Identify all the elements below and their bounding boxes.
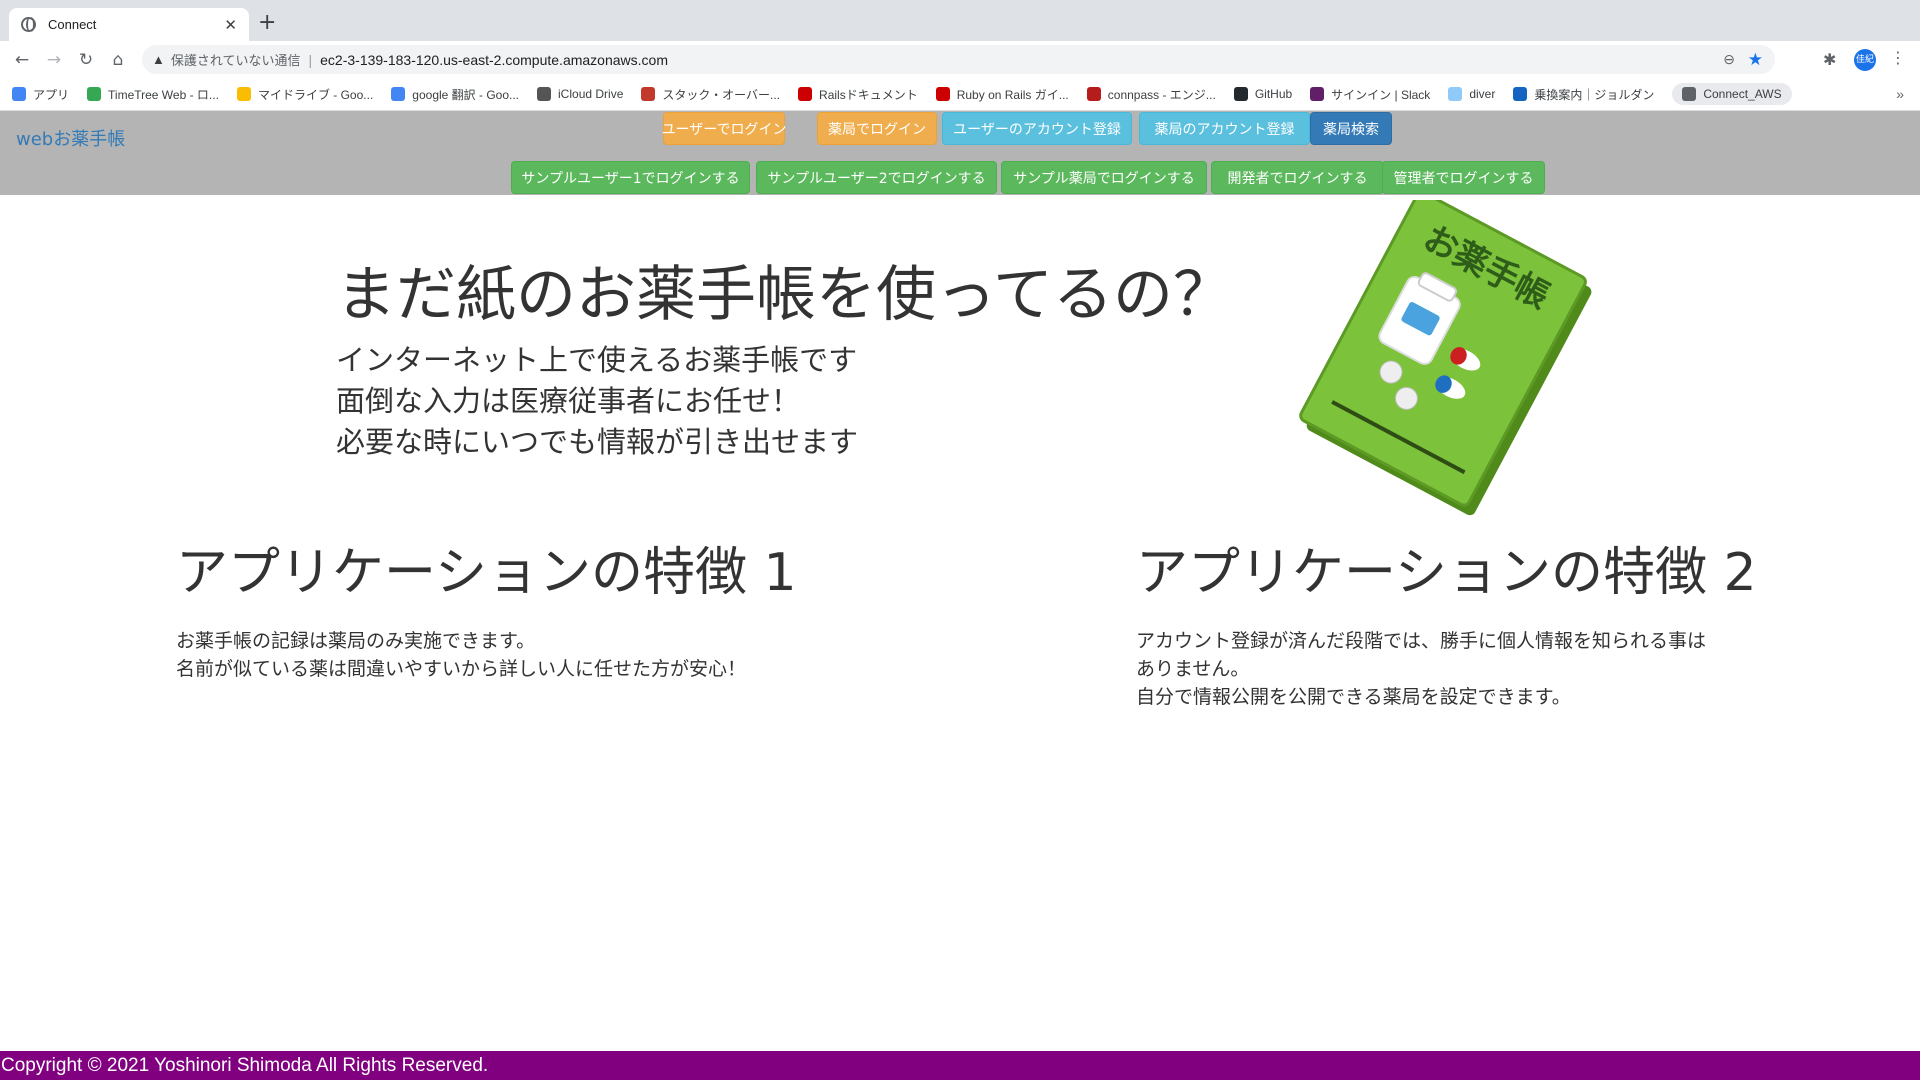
bookmark-item[interactable]: スタック・オーバー... xyxy=(641,86,780,103)
bookmark-label: Railsドキュメント xyxy=(819,87,918,102)
feature-2: アプリケーションの特徴 2 アカウント登録が済んだ段階では、勝手に個人情報を知ら… xyxy=(1136,530,1757,711)
hero-line: インターネット上で使えるお薬手帳です xyxy=(336,343,858,377)
bookmark-icon xyxy=(1682,87,1697,101)
url-text[interactable]: ec2-3-139-183-120.us-east-2.compute.amaz… xyxy=(320,52,668,68)
row1-button-3[interactable]: ユーザーのアカウント登録 xyxy=(942,112,1132,145)
bookmark-label: アプリ xyxy=(33,87,70,102)
feature-line: 名前が似ている薬は間違いやすいから詳しい人に任せた方が安心！ xyxy=(176,658,747,680)
bookmark-star-icon[interactable]: ★ xyxy=(1748,50,1763,70)
bookmark-item[interactable]: diver xyxy=(1448,87,1495,101)
bookmark-icon xyxy=(537,87,552,101)
feature-line: ありません。 xyxy=(1136,658,1250,680)
address-separator: | xyxy=(308,51,313,68)
row2-button-1[interactable]: サンプルユーザー1でログインする xyxy=(511,161,750,194)
row1-button-1[interactable]: ユーザーでログイン xyxy=(662,112,786,145)
bookmark-label: GitHub xyxy=(1254,87,1293,101)
bookmark-item[interactable]: TimeTree Web - ロ... xyxy=(87,86,219,103)
row2-button-5[interactable]: 管理者でログインする xyxy=(1382,161,1545,194)
bookmark-icon xyxy=(1448,87,1463,101)
tab-title: Connect xyxy=(48,17,97,32)
security-label[interactable]: 保護されていない通信 xyxy=(171,50,301,69)
bookmark-item[interactable]: Connect_AWS xyxy=(1672,83,1792,105)
bookmark-item[interactable]: connpass - エンジ... xyxy=(1086,86,1216,103)
feature-description: アカウント登録が済んだ段階では、勝手に個人情報を知られる事は ありません。 自分… xyxy=(1136,627,1757,711)
warning-icon[interactable]: ▲ xyxy=(152,52,165,67)
extensions-icon[interactable]: ✱ xyxy=(1823,50,1836,69)
feature-line: お薬手帳の記録は薬局のみ実施できます。 xyxy=(176,630,536,652)
profile-avatar[interactable]: 佳紀 xyxy=(1854,49,1876,71)
browser-toolbar: ← → ↻ ⌂ ▲ 保護されていない通信 | ec2-3-139-183-120… xyxy=(0,41,1920,78)
bookmark-label: Connect_AWS xyxy=(1703,87,1782,101)
bookmark-label: サインイン | Slack xyxy=(1331,87,1431,102)
bookmark-item[interactable]: Railsドキュメント xyxy=(798,86,918,103)
feature-title: アプリケーションの特徴 1 xyxy=(176,543,797,603)
bookmark-label: Ruby on Rails ガイ... xyxy=(956,87,1069,102)
hero-line: 必要な時にいつでも情報が引き出せます xyxy=(336,425,859,459)
bookmark-item[interactable]: 乗換案内｜ジョルダン xyxy=(1513,86,1654,103)
bookmark-icon xyxy=(391,87,406,101)
bookmark-label: google 翻訳 - Goo... xyxy=(412,87,520,102)
medicine-notebook-illustration: お薬手帳 xyxy=(1299,200,1592,516)
browser-tab-bar: Connect ✕ + xyxy=(0,0,1920,41)
browser-menu-icon[interactable]: ⋮ xyxy=(1890,48,1906,67)
feature-1: アプリケーションの特徴 1 お薬手帳の記録は薬局のみ実施できます。 名前が似てい… xyxy=(176,530,797,683)
bookmark-label: iCloud Drive xyxy=(558,87,624,101)
bookmark-label: 乗換案内｜ジョルダン xyxy=(1534,87,1655,102)
new-tab-icon[interactable]: + xyxy=(258,12,276,34)
back-icon[interactable]: ← xyxy=(6,50,38,70)
bookmark-icon xyxy=(1310,87,1325,101)
bookmarks-bar: アプリ TimeTree Web - ロ... マイドライブ - Goo... goo… xyxy=(0,78,1920,111)
bookmark-item[interactable]: Ruby on Rails ガイ... xyxy=(935,86,1069,103)
reload-icon[interactable]: ↻ xyxy=(70,50,102,70)
bookmark-item[interactable]: GitHub xyxy=(1233,87,1293,101)
bookmark-label: TimeTree Web - ロ... xyxy=(108,87,219,102)
hero-line: 面倒な入力は医療従事者にお任せ！ xyxy=(336,384,801,418)
row1-button-4[interactable]: 薬局のアカウント登録 xyxy=(1139,112,1310,145)
bookmark-icon xyxy=(236,87,251,101)
bookmark-icon xyxy=(641,87,656,101)
row2-button-3[interactable]: サンプル薬局でログインする xyxy=(1001,161,1207,194)
bookmark-icon xyxy=(1086,87,1101,101)
bookmark-item[interactable]: アプリ xyxy=(12,86,69,103)
app-navbar: webお薬手帳 ユーザーでログイン 薬局でログイン ユーザーのアカウント登録 薬局のア… xyxy=(0,111,1920,195)
address-bar[interactable]: ▲ 保護されていない通信 | ec2-3-139-183-120.us-east… xyxy=(142,45,1775,74)
home-icon[interactable]: ⌂ xyxy=(102,50,134,70)
feature-description: お薬手帳の記録は薬局のみ実施できます。 名前が似ている薬は間違いやすいから詳しい… xyxy=(176,627,797,683)
bookmark-icon xyxy=(798,87,813,101)
bookmark-icon xyxy=(87,87,102,101)
feature-title: アプリケーションの特徴 2 xyxy=(1136,543,1757,603)
row2-button-2[interactable]: サンプルユーザー2でログインする xyxy=(756,161,997,194)
bookmark-label: diver xyxy=(1469,87,1496,101)
brand-link[interactable]: webお薬手帳 xyxy=(16,125,125,151)
feature-line: アカウント登録が済んだ段階では、勝手に個人情報を知られる事は xyxy=(1136,630,1707,652)
row2-button-4[interactable]: 開発者でログインする xyxy=(1211,161,1384,194)
globe-icon xyxy=(21,17,36,32)
hero-subtitle: インターネット上で使えるお薬手帳です 面倒な入力は医療従事者にお任せ！ 必要な時… xyxy=(336,340,858,463)
close-tab-icon[interactable]: ✕ xyxy=(224,16,237,34)
row1-button-5[interactable]: 薬局検索 xyxy=(1310,112,1392,145)
bookmark-item[interactable]: マイドライブ - Goo... xyxy=(236,86,374,103)
bookmark-icon xyxy=(1233,87,1248,101)
bookmark-label: connpass - エンジ... xyxy=(1107,87,1216,102)
bookmark-icon xyxy=(12,87,26,101)
hero-title: まだ紙のお薬手帳を使ってるの？ xyxy=(336,260,1233,330)
bookmark-icon xyxy=(935,87,950,101)
footer-copyright: Copyright © 2021 Yoshinori Shimoda All R… xyxy=(0,1051,1920,1080)
bookmark-label: マイドライブ - Goo... xyxy=(257,87,374,102)
feature-line: 自分で情報公開を公開できる薬局を設定できます。 xyxy=(1136,686,1571,708)
bookmark-label: スタック・オーバー... xyxy=(662,87,781,102)
bookmark-item[interactable]: サインイン | Slack xyxy=(1310,86,1430,103)
more-bookmarks-icon[interactable]: » xyxy=(1896,86,1904,102)
forward-icon[interactable]: → xyxy=(38,50,70,70)
zoom-icon[interactable]: ⊖ xyxy=(1723,51,1735,68)
row1-button-2[interactable]: 薬局でログイン xyxy=(817,112,937,145)
bookmark-icon xyxy=(1513,87,1528,101)
browser-tab[interactable]: Connect ✕ xyxy=(9,8,249,41)
bookmark-item[interactable]: iCloud Drive xyxy=(537,87,623,101)
bookmark-item[interactable]: google 翻訳 - Goo... xyxy=(391,86,519,103)
